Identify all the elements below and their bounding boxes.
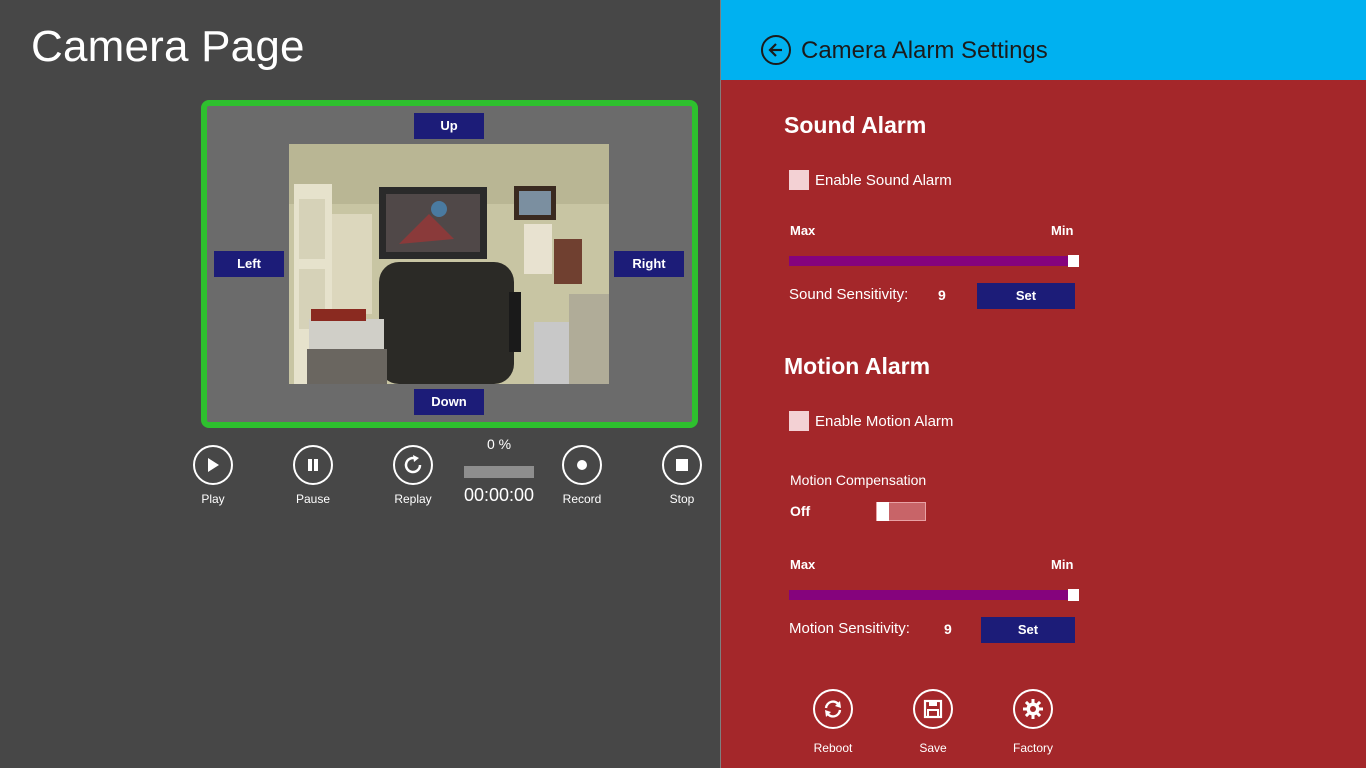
replay-button[interactable]: Replay — [383, 445, 443, 506]
camera-frame: Up Left Right Down — [201, 100, 698, 428]
motion-set-button[interactable]: Set — [981, 617, 1075, 643]
stop-icon — [662, 445, 702, 485]
pause-button[interactable]: Pause — [283, 445, 343, 506]
alarm-settings-pane: Camera Alarm Settings Sound Alarm Enable… — [720, 0, 1366, 768]
pan-down-button[interactable]: Down — [414, 389, 484, 415]
enable-motion-alarm-label: Enable Motion Alarm — [815, 412, 954, 430]
motion-sensitivity-label: Motion Sensitivity: — [789, 620, 910, 637]
save-icon — [913, 689, 953, 729]
enable-sound-alarm-label: Enable Sound Alarm — [815, 171, 952, 189]
record-button[interactable]: Record — [552, 445, 612, 506]
sound-max-label: Max — [790, 223, 816, 238]
slider-thumb[interactable] — [1068, 589, 1079, 601]
save-label: Save — [919, 741, 947, 755]
play-button[interactable]: Play — [183, 445, 243, 506]
checkbox-box — [789, 411, 809, 431]
settings-title: Camera Alarm Settings — [801, 37, 1048, 64]
recording-progress: 0 % 00:00:00 — [462, 436, 536, 506]
sound-sensitivity-value: 9 — [938, 287, 946, 303]
save-button[interactable]: Save — [903, 689, 963, 755]
progress-bar — [464, 466, 534, 478]
camera-video-feed — [289, 144, 609, 384]
reboot-label: Reboot — [813, 741, 853, 755]
progress-percent: 0 % — [486, 436, 512, 452]
checkbox-box — [789, 170, 809, 190]
back-arrow-icon[interactable] — [761, 35, 791, 65]
motion-compensation-state: Off — [790, 503, 811, 519]
motion-max-label: Max — [790, 557, 816, 572]
elapsed-time: 00:00:00 — [463, 485, 535, 505]
page-title: Camera Page — [31, 22, 305, 71]
reboot-button[interactable]: Reboot — [803, 689, 863, 755]
toggle-knob — [877, 502, 889, 521]
motion-sensitivity-slider[interactable] — [789, 589, 1079, 601]
enable-sound-alarm-checkbox[interactable]: Enable Sound Alarm — [789, 170, 952, 190]
factory-label: Factory — [1012, 741, 1053, 755]
record-label: Record — [562, 492, 602, 506]
pause-icon — [293, 445, 333, 485]
pause-label: Pause — [295, 492, 331, 506]
sound-min-label: Min — [1051, 223, 1074, 238]
replay-icon — [393, 445, 433, 485]
reboot-icon — [813, 689, 853, 729]
replay-label: Replay — [394, 492, 432, 506]
slider-thumb[interactable] — [1068, 255, 1079, 267]
pan-right-button[interactable]: Right — [614, 251, 684, 277]
sound-sensitivity-slider[interactable] — [789, 255, 1079, 267]
pan-up-button[interactable]: Up — [414, 113, 484, 139]
motion-compensation-label: Motion Compensation — [790, 472, 927, 488]
pan-left-button[interactable]: Left — [214, 251, 284, 277]
play-label: Play — [201, 492, 225, 506]
motion-min-label: Min — [1051, 557, 1074, 572]
sound-alarm-heading: Sound Alarm — [784, 112, 927, 138]
factory-reset-button[interactable]: Factory — [1003, 689, 1063, 755]
motion-alarm-heading: Motion Alarm — [784, 353, 931, 379]
play-icon — [193, 445, 233, 485]
gear-icon — [1013, 689, 1053, 729]
camera-pane: Camera Page Up Left Right Down Play Paus… — [0, 0, 720, 768]
motion-sensitivity-value: 9 — [944, 621, 952, 637]
stop-button[interactable]: Stop — [652, 445, 712, 506]
record-icon — [562, 445, 602, 485]
stop-label: Stop — [669, 492, 695, 506]
sound-sensitivity-label: Sound Sensitivity: — [789, 286, 909, 303]
settings-header: Camera Alarm Settings — [721, 0, 1366, 80]
enable-motion-alarm-checkbox[interactable]: Enable Motion Alarm — [789, 411, 953, 431]
sound-set-button[interactable]: Set — [977, 283, 1075, 309]
motion-compensation-toggle[interactable] — [876, 502, 926, 521]
